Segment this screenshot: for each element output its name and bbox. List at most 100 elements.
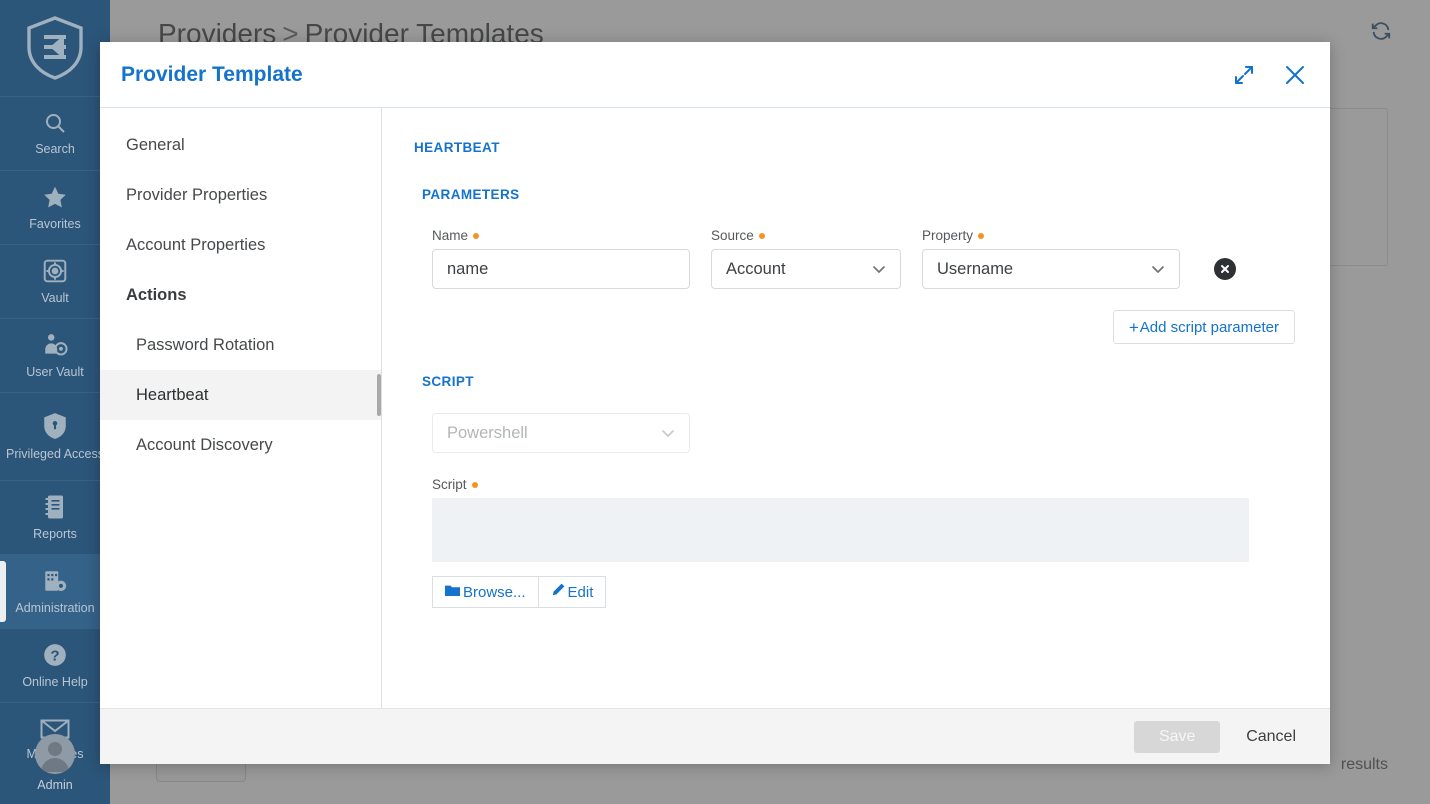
folder-icon [445, 584, 460, 601]
sidebar-user[interactable]: Admin [0, 722, 110, 804]
sidebar-user-label: Admin [37, 778, 72, 792]
script-field-group: Script Browse... [432, 477, 1296, 608]
label-text: Property [922, 228, 973, 243]
add-parameter-row: + Add script parameter [414, 310, 1296, 344]
parameter-name-label: Name [432, 228, 690, 243]
question-mark-icon: ? [42, 642, 68, 671]
sidebar-item-vault[interactable]: Vault [0, 244, 110, 318]
sidebar-item-search[interactable]: Search [0, 96, 110, 170]
dialog-nav-label: Provider Properties [126, 186, 267, 205]
script-textarea[interactable] [432, 498, 1249, 562]
sidebar-item-label: Favorites [29, 218, 80, 231]
required-indicator-icon [978, 233, 984, 239]
dialog-header: Provider Template [100, 42, 1330, 108]
parameter-property-value: Username [937, 260, 1013, 279]
parameter-property-group: Property Username [922, 228, 1180, 289]
dialog-nav-label: Heartbeat [136, 386, 208, 405]
close-icon[interactable] [1280, 60, 1310, 90]
dialog-nav-label: General [126, 136, 185, 155]
dialog-nav-item-general[interactable]: General [100, 120, 381, 170]
dialog-content: HEARTBEAT PARAMETERS Name Source [382, 108, 1330, 708]
user-avatar-icon [35, 734, 75, 774]
dialog-nav-item-account-properties[interactable]: Account Properties [100, 220, 381, 270]
sidebar-item-privileged-access[interactable]: Privileged Access [0, 392, 110, 480]
script-language-value: Powershell [447, 424, 528, 443]
sidebar-item-label: Privileged Access [5, 448, 105, 461]
sidebar-item-favorites[interactable]: Favorites [0, 170, 110, 244]
dialog-nav-label: Password Rotation [136, 336, 275, 355]
parameter-name-input[interactable] [432, 249, 690, 289]
shield-logo-icon [0, 0, 110, 96]
required-indicator-icon [759, 233, 765, 239]
app-root: Providers>Provider Templates results [0, 0, 1430, 804]
sidebar-item-online-help[interactable]: ? Online Help [0, 628, 110, 702]
script-file-buttons: Browse... Edit [432, 576, 1296, 608]
edit-button[interactable]: Edit [539, 576, 607, 608]
section-heading-parameters: PARAMETERS [422, 187, 1296, 202]
parameter-row: Name Source Account [432, 228, 1296, 289]
search-icon [43, 111, 67, 138]
parameter-source-label: Source [711, 228, 901, 243]
delete-circle-icon[interactable] [1214, 258, 1236, 280]
browse-button[interactable]: Browse... [432, 576, 539, 608]
chevron-down-icon [659, 424, 677, 442]
user-vault-icon [42, 332, 68, 361]
sidebar-item-label: User Vault [26, 366, 83, 379]
dialog-footer: Save Cancel [100, 708, 1330, 764]
chevron-down-icon [1149, 260, 1167, 278]
label-text: Source [711, 228, 754, 243]
parameter-name-group: Name [432, 228, 690, 289]
section-heading-heartbeat: HEARTBEAT [414, 140, 1296, 155]
required-indicator-icon [473, 233, 479, 239]
sidebar-item-user-vault[interactable]: User Vault [0, 318, 110, 392]
add-script-parameter-label: Add script parameter [1140, 319, 1279, 336]
lock-shield-icon [42, 412, 68, 443]
dialog-nav: General Provider Properties Account Prop… [100, 108, 382, 708]
required-indicator-icon [472, 482, 478, 488]
plus-icon: + [1129, 319, 1139, 336]
save-button[interactable]: Save [1134, 721, 1220, 753]
star-icon [42, 184, 68, 213]
chevron-down-icon [870, 260, 888, 278]
dialog-nav-item-provider-properties[interactable]: Provider Properties [100, 170, 381, 220]
sidebar-item-administration[interactable]: Administration [0, 554, 110, 628]
cancel-button[interactable]: Cancel [1242, 722, 1300, 752]
sidebar-item-reports[interactable]: Reports [0, 480, 110, 554]
sidebar-item-label: Search [35, 143, 75, 156]
provider-template-dialog: Provider Template General [100, 42, 1330, 764]
expand-diagonal-icon[interactable] [1230, 61, 1258, 89]
dialog-title: Provider Template [121, 63, 303, 87]
sidebar-item-label: Vault [41, 292, 69, 305]
parameter-source-group: Source Account [711, 228, 901, 289]
vault-icon [42, 258, 68, 287]
parameter-property-select[interactable]: Username [922, 249, 1180, 289]
parameter-source-select[interactable]: Account [711, 249, 901, 289]
dialog-body: General Provider Properties Account Prop… [100, 108, 1330, 708]
sidebar-item-label: Administration [15, 602, 94, 615]
script-section: SCRIPT Powershell Script [414, 374, 1296, 608]
dialog-nav-item-heartbeat[interactable]: Heartbeat [100, 370, 381, 420]
label-text: Name [432, 228, 468, 243]
svg-text:?: ? [50, 647, 59, 664]
add-script-parameter-button[interactable]: + Add script parameter [1113, 310, 1295, 344]
browse-label: Browse... [463, 584, 526, 601]
parameter-source-value: Account [726, 260, 786, 279]
sidebar-item-label: Online Help [22, 676, 87, 689]
reports-icon [43, 494, 67, 523]
dialog-nav-item-account-discovery[interactable]: Account Discovery [100, 420, 381, 470]
administration-icon [42, 568, 68, 597]
dialog-header-actions [1230, 42, 1310, 108]
sidebar-item-label: Reports [33, 528, 77, 541]
dialog-nav-item-password-rotation[interactable]: Password Rotation [100, 320, 381, 370]
pencil-icon [551, 583, 565, 601]
script-language-select[interactable]: Powershell [432, 413, 690, 453]
script-language-group: Powershell [432, 413, 1296, 453]
dialog-nav-label: Account Discovery [136, 436, 273, 455]
parameter-property-label: Property [922, 228, 1180, 243]
section-heading-script: SCRIPT [422, 374, 1296, 389]
app-sidebar: Search Favorites Vault User Vault Privil [0, 0, 110, 804]
script-label: Script [432, 477, 1296, 492]
dialog-nav-label: Actions [126, 286, 187, 305]
edit-label: Edit [568, 584, 594, 601]
dialog-nav-label: Account Properties [126, 236, 265, 255]
